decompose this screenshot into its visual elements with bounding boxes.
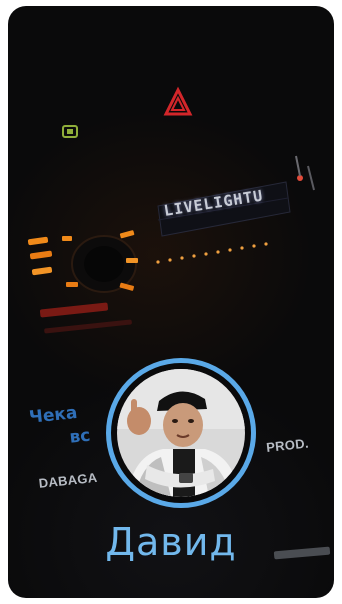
seatbelt-indicator-icon xyxy=(62,125,78,138)
avatar-ring[interactable] xyxy=(106,358,256,508)
lyrics-overlay: Чека вс xyxy=(28,400,92,454)
avatar[interactable] xyxy=(117,369,245,497)
avatar-photo xyxy=(117,369,245,497)
led-dot-row xyxy=(156,242,268,264)
car-dashboard-background xyxy=(27,86,315,334)
story-author-name[interactable]: Давид xyxy=(0,520,342,564)
lyrics-line-1: Чека xyxy=(28,402,79,428)
hazard-warning-icon xyxy=(163,86,193,116)
lyrics-line-2: вс xyxy=(68,425,92,448)
story-card[interactable]: LIVELIGHTU Чека вс DABAGA PROD. xyxy=(8,6,334,598)
radio-knob-leds xyxy=(27,230,138,334)
